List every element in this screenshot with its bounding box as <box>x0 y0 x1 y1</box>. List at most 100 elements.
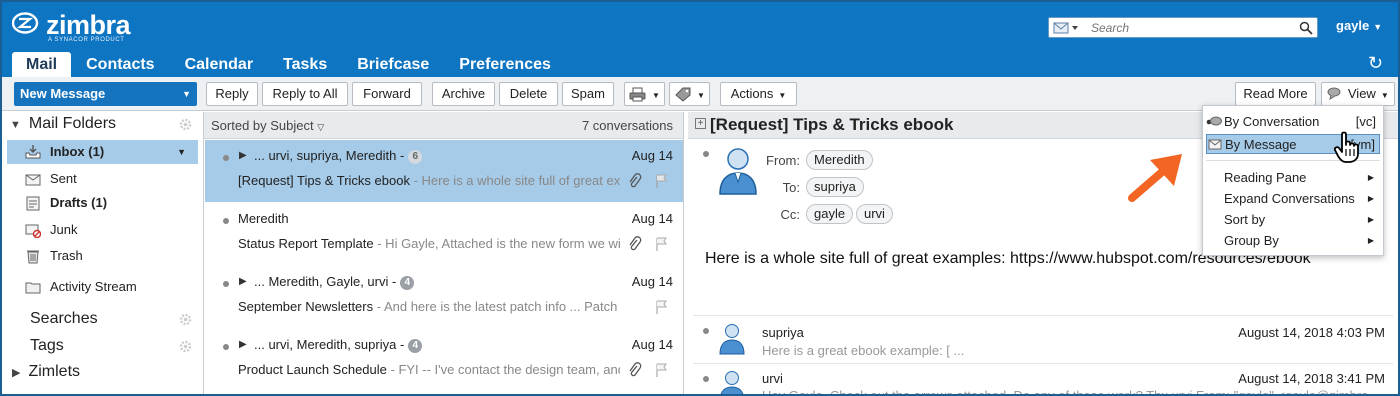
mail-folders-label: Mail Folders <box>28 115 117 132</box>
unread-dot-icon[interactable] <box>223 344 229 350</box>
new-message-button[interactable]: New Message ▼ <box>14 82 197 106</box>
tag-icon <box>675 87 691 102</box>
list-item[interactable]: ▶ ... urvi, supriya, Meredith -6 Aug 14 … <box>205 140 683 202</box>
flag-icon[interactable] <box>655 237 668 251</box>
collapse-triangle-icon[interactable]: ▼ <box>10 119 21 131</box>
from-contact-chip[interactable]: Meredith <box>806 150 873 170</box>
chevron-down-icon[interactable]: ▼ <box>177 140 186 164</box>
unread-dot-icon[interactable] <box>703 376 709 382</box>
tab-contacts[interactable]: Contacts <box>71 52 169 77</box>
row-subject: September Newsletters <box>238 299 374 314</box>
expand-thread-icon[interactable]: ▶ <box>239 339 247 350</box>
refresh-icon[interactable]: ↻ <box>1368 54 1383 72</box>
print-button[interactable]: ▼ <box>624 82 665 106</box>
tags-header[interactable]: Tags <box>30 337 64 355</box>
actions-button[interactable]: Actions ▼ <box>720 82 797 106</box>
conversation-fragment[interactable]: Hey Gayle, Check out the arrows attached… <box>762 388 1368 394</box>
user-menu[interactable]: gayle ▼ <box>1336 18 1382 33</box>
expand-all-icon[interactable]: + <box>695 118 706 129</box>
from-label: From: <box>766 153 800 168</box>
gear-icon[interactable] <box>179 340 192 353</box>
unread-dot-icon[interactable] <box>223 281 229 287</box>
reply-button[interactable]: Reply <box>206 82 258 106</box>
searches-header[interactable]: Searches <box>30 310 98 328</box>
menu-item-expand-conversations[interactable]: Expand Conversations ▶ <box>1206 189 1380 209</box>
row-subject: [Request] Tips & Tricks ebook <box>238 173 410 188</box>
actions-label: Actions <box>730 86 774 101</box>
unread-dot-icon[interactable] <box>703 328 709 334</box>
row-subject-line: Status Report Template - Hi Gayle, Attac… <box>238 236 620 251</box>
menu-label: By Conversation <box>1224 114 1320 129</box>
search-input[interactable] <box>1091 20 1291 36</box>
flag-icon[interactable] <box>655 174 668 188</box>
read-more-button[interactable]: Read More <box>1235 82 1316 106</box>
expand-triangle-icon[interactable]: ▶ <box>12 367 20 379</box>
zimlets-header[interactable]: ▶ Zimlets <box>12 363 80 381</box>
participants: ... Meredith, Gayle, urvi -4 <box>254 274 415 290</box>
expand-thread-icon[interactable]: ▶ <box>239 276 247 287</box>
list-item[interactable]: ▶ ... urvi, Meredith, supriya -4 Aug 14 … <box>205 329 683 391</box>
row-fragment: - Hi Gayle, Attached is the new form we … <box>373 236 620 251</box>
participants: ... urvi, supriya, Meredith -6 <box>254 148 423 164</box>
conversation-icon <box>1206 116 1222 126</box>
tab-briefcase[interactable]: Briefcase <box>342 52 444 77</box>
archive-button[interactable]: Archive <box>432 82 495 106</box>
tab-tasks[interactable]: Tasks <box>268 52 342 77</box>
tab-preferences[interactable]: Preferences <box>444 52 566 77</box>
search-icon[interactable] <box>1299 21 1313 35</box>
view-label: View <box>1347 86 1376 101</box>
unread-dot-icon[interactable] <box>703 151 709 157</box>
expand-thread-icon[interactable]: ▶ <box>239 150 247 161</box>
menu-item-by-conversation[interactable]: By Conversation [vc] <box>1206 112 1380 132</box>
sort-control[interactable]: Sorted by Subject ▽ <box>211 112 324 141</box>
menu-item-sort-by[interactable]: Sort by ▶ <box>1206 210 1380 230</box>
flag-icon[interactable] <box>655 300 668 314</box>
menu-item-reading-pane[interactable]: Reading Pane ▶ <box>1206 168 1380 188</box>
new-message-label: New Message <box>20 86 106 101</box>
submenu-arrow-icon: ▶ <box>1367 215 1374 224</box>
tag-button[interactable]: ▼ <box>669 82 710 106</box>
delete-button[interactable]: Delete <box>499 82 558 106</box>
folder-activity-stream[interactable]: Activity Stream <box>7 275 198 299</box>
folder-trash[interactable]: Trash <box>7 244 198 268</box>
unread-dot-icon[interactable] <box>223 155 229 161</box>
cc-contact-chip[interactable]: gayle <box>806 204 854 224</box>
unread-dot-icon[interactable] <box>223 218 229 224</box>
tab-calendar[interactable]: Calendar <box>170 52 268 77</box>
view-button[interactable]: View ▼ <box>1321 82 1395 106</box>
flag-icon[interactable] <box>655 363 668 377</box>
submenu-arrow-icon: ▶ <box>1367 173 1374 182</box>
menu-label: Sort by <box>1224 212 1266 227</box>
trash-icon <box>27 250 39 264</box>
chevron-down-icon: ▼ <box>697 91 705 100</box>
folder-label: Sent <box>50 171 77 186</box>
conversation-fragment[interactable]: Here is a great ebook example: [ ... <box>762 343 964 358</box>
tab-mail[interactable]: Mail <box>12 52 72 77</box>
submenu-arrow-icon: ▶ <box>1367 194 1374 203</box>
reply-all-button[interactable]: Reply to All <box>262 82 348 106</box>
forward-button[interactable]: Forward <box>352 82 422 106</box>
spam-button[interactable]: Spam <box>562 82 614 106</box>
list-item[interactable]: Meredith Aug 14 Status Report Template -… <box>205 203 683 265</box>
cc-contact-chip[interactable]: urvi <box>856 204 893 224</box>
to-contact-chip[interactable]: supriya <box>806 177 864 197</box>
folder-drafts[interactable]: Drafts (1) <box>7 191 198 215</box>
menu-label: Group By <box>1224 233 1279 248</box>
list-item[interactable]: ▶ ... Meredith, Gayle, urvi -4 Aug 14 Se… <box>205 266 683 328</box>
menu-item-group-by[interactable]: Group By ▶ <box>1206 231 1380 251</box>
folder-junk[interactable]: Junk <box>7 218 198 242</box>
chevron-down-icon[interactable]: ▼ <box>182 82 191 106</box>
folder-label: Junk <box>50 222 78 237</box>
folder-sent[interactable]: Sent <box>7 167 198 191</box>
chevron-down-icon: ▼ <box>1380 91 1389 100</box>
conversation-date: August 14, 2018 4:03 PM <box>1238 325 1385 340</box>
list-header: Sorted by Subject ▽ 7 conversations <box>204 112 683 139</box>
gear-icon[interactable] <box>179 118 192 131</box>
chevron-down-icon: ▼ <box>778 91 787 100</box>
search-type-dropdown[interactable] <box>1053 21 1079 35</box>
mail-folders-header[interactable]: ▼ Mail Folders <box>10 115 116 133</box>
row-subject-line: [Request] Tips & Tricks ebook - Here is … <box>238 173 620 188</box>
gear-icon[interactable] <box>179 313 192 326</box>
submenu-arrow-icon: ▶ <box>1367 236 1374 245</box>
folder-inbox[interactable]: Inbox (1) ▼ <box>7 140 198 164</box>
